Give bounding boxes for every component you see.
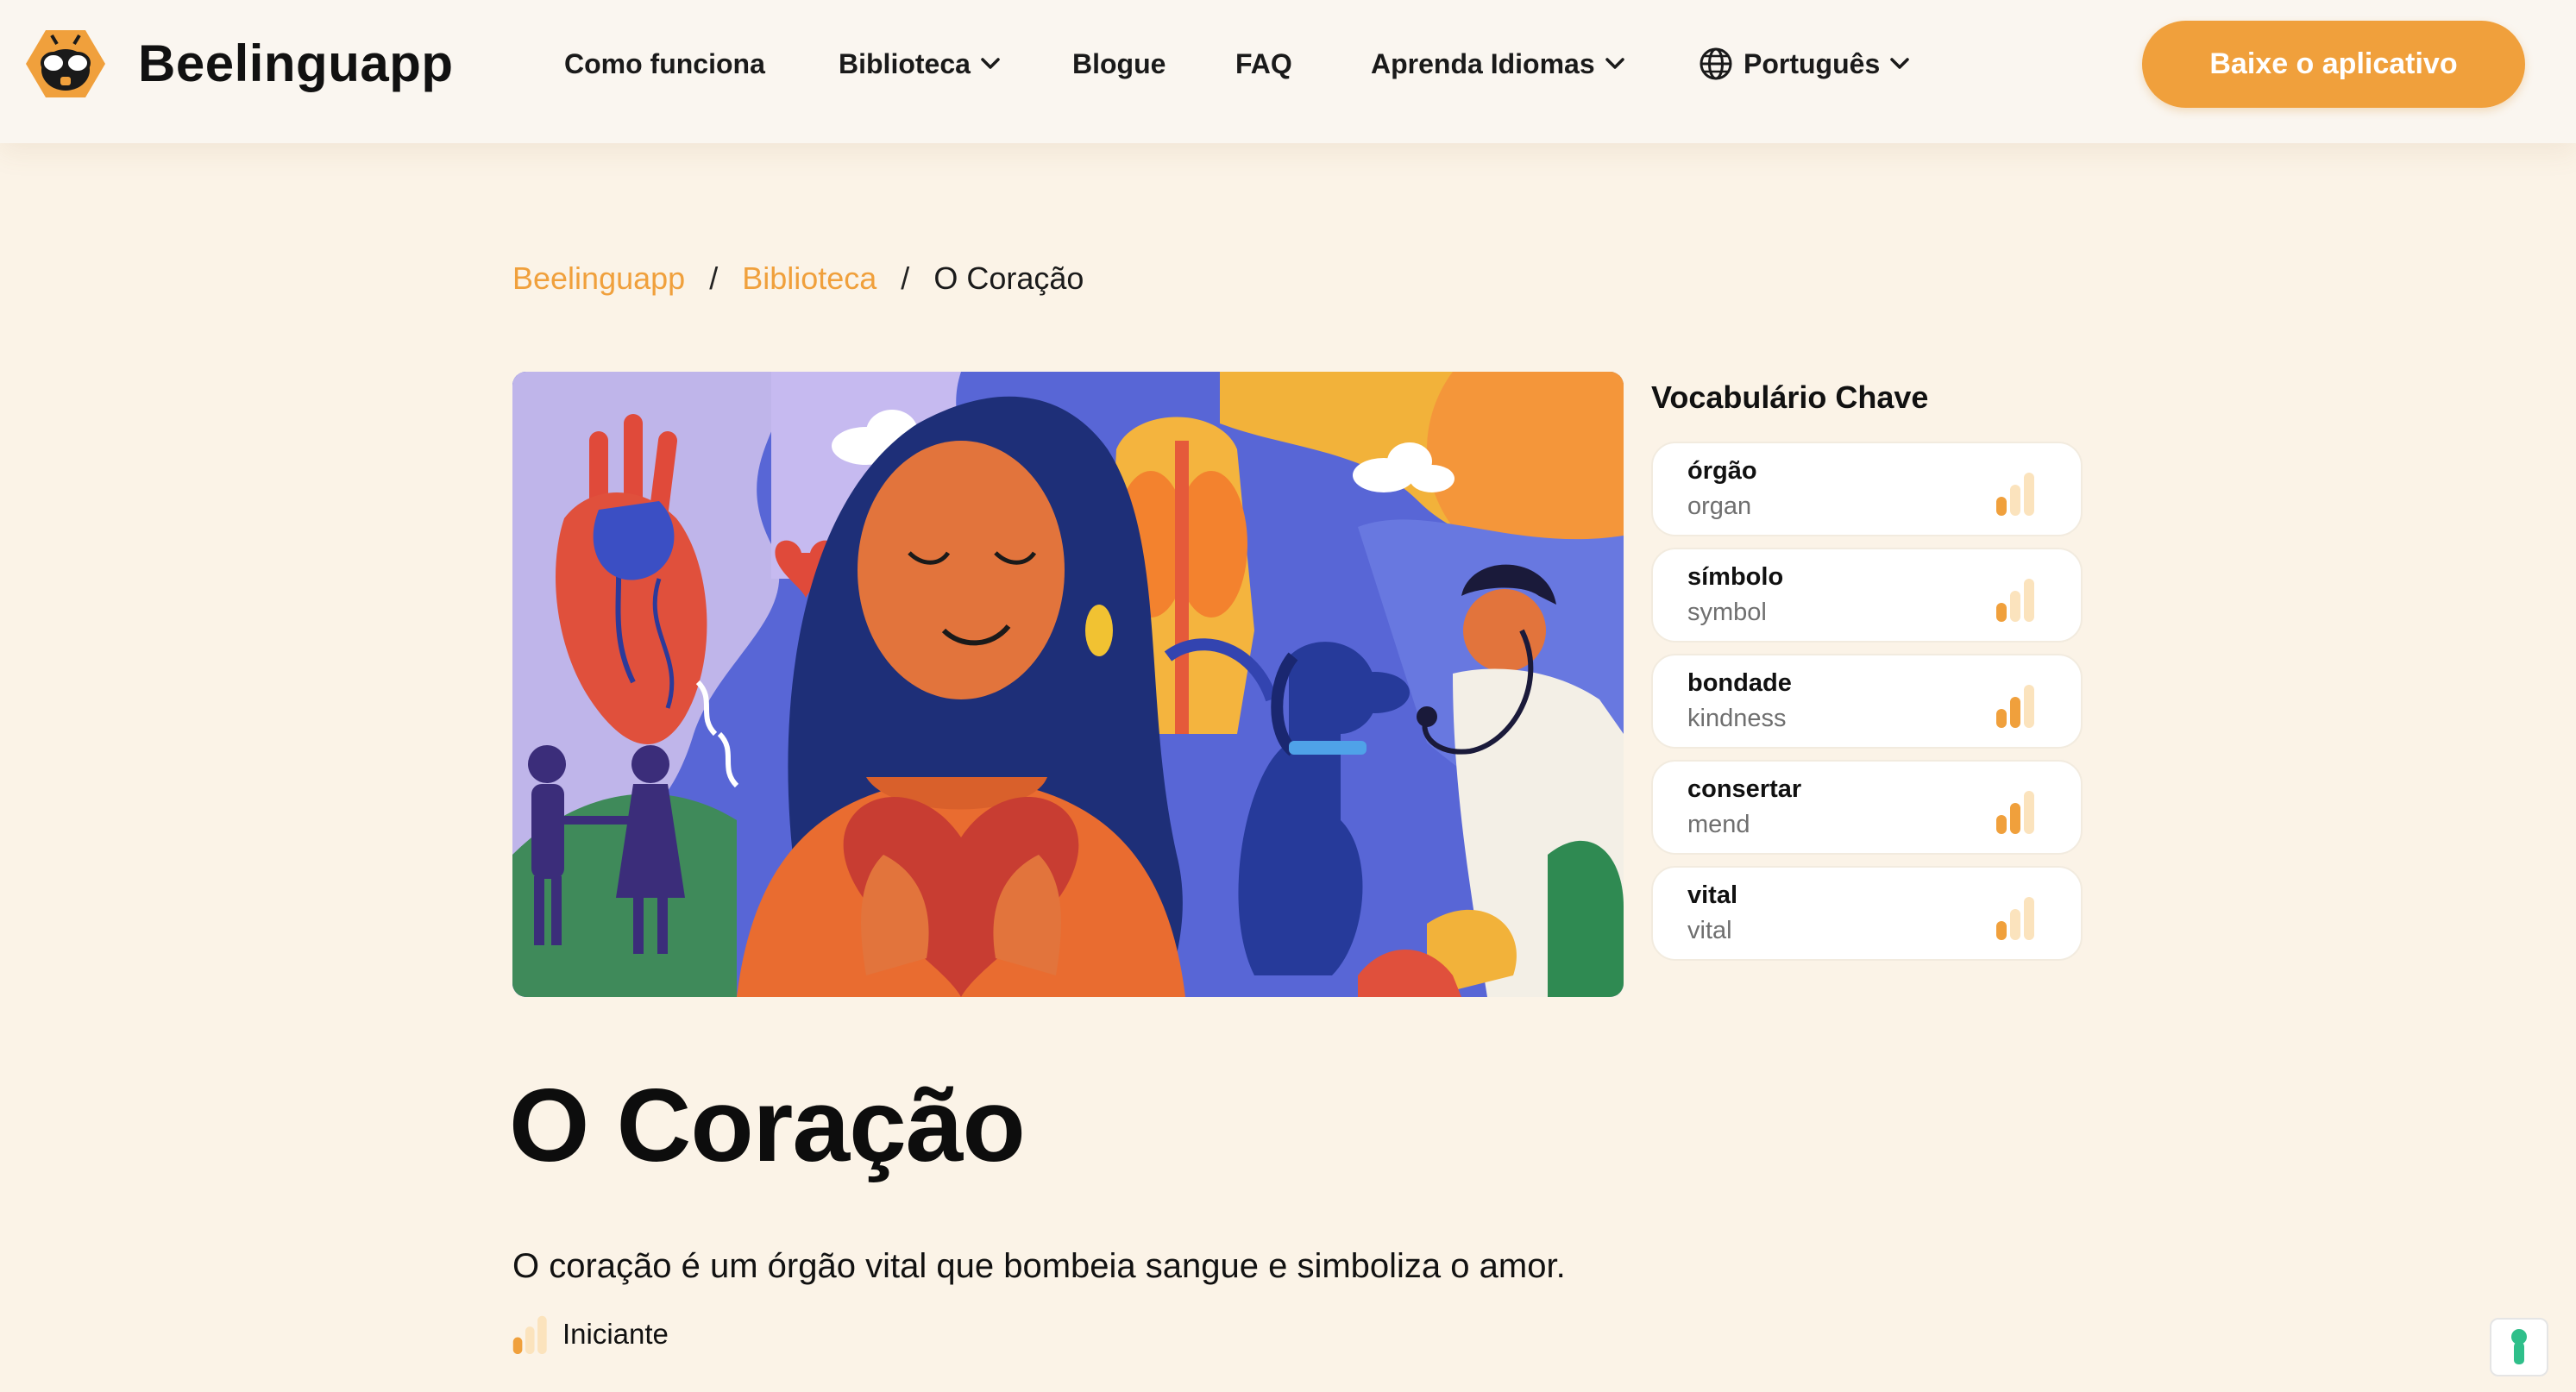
story-description: O coração é um órgão vital que bombeia s… <box>512 1247 1566 1285</box>
difficulty-bar <box>1996 709 2007 728</box>
vocabulary-word: órgão <box>1687 457 1757 485</box>
bee-logo-icon[interactable] <box>26 28 105 99</box>
nav-label: Aprenda Idiomas <box>1371 48 1595 79</box>
vocabulary-translation: organ <box>1687 492 1752 520</box>
vocabulary-card[interactable]: órgão organ <box>1651 442 2083 536</box>
vocabulary-translation: kindness <box>1687 705 1787 732</box>
vocabulary-word: símbolo <box>1687 563 1784 591</box>
vocabulary-word: bondade <box>1687 669 1792 697</box>
breadcrumb: Beelinguapp / Biblioteca / O Coração <box>512 257 1084 300</box>
difficulty-bar <box>512 1337 523 1354</box>
difficulty-bars-icon <box>512 1315 547 1354</box>
difficulty-bar <box>2024 791 2034 834</box>
difficulty-bar <box>2010 909 2020 940</box>
help-widget-button[interactable] <box>2490 1318 2548 1376</box>
nav-item-como-funciona[interactable]: Como funciona <box>564 43 765 85</box>
difficulty-bar <box>1996 921 2007 940</box>
difficulty-bar <box>2024 685 2034 728</box>
difficulty-bar <box>2024 897 2034 940</box>
breadcrumb-current: O Coração <box>933 260 1084 296</box>
nav-label: Como funciona <box>564 48 765 79</box>
help-widget-icon <box>2511 1329 2527 1364</box>
breadcrumb-separator: / <box>709 260 719 296</box>
difficulty-bar <box>537 1315 547 1354</box>
chevron-down-icon <box>1890 58 1909 69</box>
difficulty-bar <box>1996 603 2007 622</box>
difficulty-bar <box>2010 485 2020 516</box>
download-app-button[interactable]: Baixe o aplicativo <box>2142 21 2525 108</box>
brand-name[interactable]: Beelinguapp <box>138 33 454 95</box>
difficulty-bar <box>1996 497 2007 516</box>
difficulty-bars-icon <box>1996 897 2034 940</box>
vocabulary-card[interactable]: bondade kindness <box>1651 654 2083 749</box>
vocabulary-card[interactable]: vital vital <box>1651 866 2083 961</box>
vocabulary-card[interactable]: símbolo symbol <box>1651 548 2083 643</box>
nav-label: FAQ <box>1235 48 1292 79</box>
vocabulary-translation: vital <box>1687 917 1732 944</box>
difficulty-bars-icon <box>1996 791 2034 834</box>
story-title: O Coração <box>509 1068 1026 1183</box>
breadcrumb-link-home[interactable]: Beelinguapp <box>512 257 685 300</box>
vocabulary-word: vital <box>1687 881 1738 909</box>
difficulty-bar <box>525 1326 535 1354</box>
nav-item-blogue[interactable]: Blogue <box>1072 43 1165 85</box>
difficulty-bars-icon <box>1996 685 2034 728</box>
site-header: Beelinguapp Como funciona Biblioteca Blo… <box>0 0 2576 143</box>
level-label: Iniciante <box>562 1318 669 1350</box>
vocabulary-translation: symbol <box>1687 599 1767 626</box>
difficulty-bars-icon <box>1996 473 2034 516</box>
story-level: Iniciante <box>512 1314 669 1354</box>
difficulty-bars-icon <box>1996 579 2034 622</box>
chevron-down-icon <box>1605 58 1624 69</box>
nav-item-biblioteca[interactable]: Biblioteca <box>839 43 1000 85</box>
nav-label: Blogue <box>1072 48 1166 79</box>
story-cover-image <box>512 372 1624 997</box>
chevron-down-icon <box>981 58 1000 69</box>
nav-label: Biblioteca <box>839 48 971 79</box>
vocabulary-word: consertar <box>1687 775 1802 803</box>
difficulty-bar <box>2024 473 2034 516</box>
language-label: Português <box>1744 48 1881 79</box>
difficulty-bar <box>2010 591 2020 622</box>
language-selector[interactable]: Português <box>1699 43 1909 85</box>
vocabulary-translation: mend <box>1687 811 1750 838</box>
difficulty-bar <box>2024 579 2034 622</box>
difficulty-bar <box>2010 697 2020 728</box>
nav-item-aprenda-idiomas[interactable]: Aprenda Idiomas <box>1371 43 1624 85</box>
heart-story-illustration <box>512 372 1624 997</box>
globe-icon <box>1700 47 1732 80</box>
vocabulary-title: Vocabulário Chave <box>1651 379 1929 415</box>
nav-item-faq[interactable]: FAQ <box>1235 43 1292 85</box>
vocabulary-card[interactable]: consertar mend <box>1651 760 2083 855</box>
difficulty-bar <box>2010 803 2020 834</box>
breadcrumb-link-library[interactable]: Biblioteca <box>742 257 876 300</box>
breadcrumb-separator: / <box>901 260 910 296</box>
difficulty-bar <box>1996 815 2007 834</box>
